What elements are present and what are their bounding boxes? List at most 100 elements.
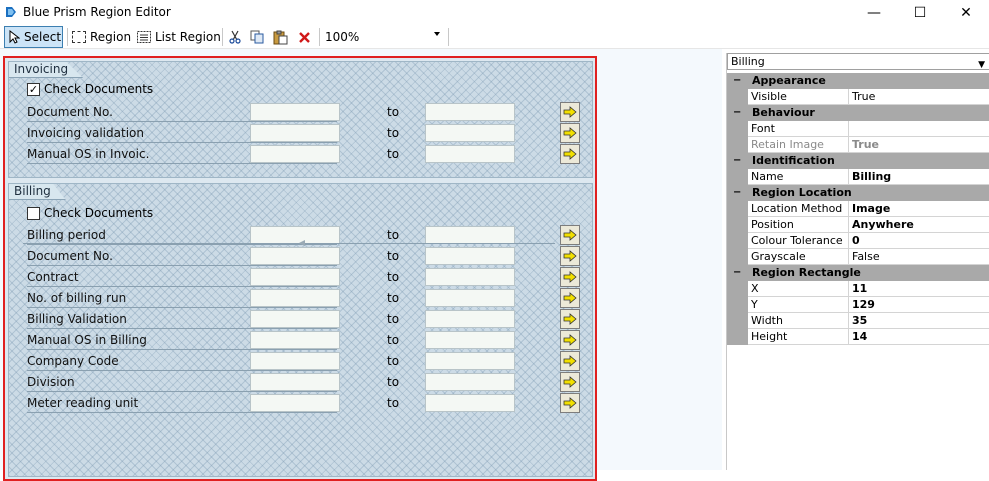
- collapse-icon[interactable]: −: [733, 185, 741, 201]
- chevron-down-icon[interactable]: [434, 32, 440, 36]
- delete-button[interactable]: [298, 26, 311, 48]
- collapse-icon[interactable]: −: [733, 105, 741, 121]
- checkbox-unchecked-icon[interactable]: [27, 206, 40, 220]
- property-row[interactable]: Font: [727, 121, 989, 137]
- multiple-selection-button[interactable]: [560, 123, 580, 143]
- property-category[interactable]: − Identification: [727, 153, 989, 169]
- property-value[interactable]: Billing: [849, 169, 989, 185]
- property-value[interactable]: 14: [849, 329, 989, 345]
- property-row[interactable]: X 11: [727, 281, 989, 297]
- multiple-selection-button[interactable]: [560, 225, 580, 245]
- checkbox-checked-icon[interactable]: ✓: [27, 82, 40, 96]
- from-input[interactable]: [250, 226, 340, 244]
- to-input[interactable]: [425, 310, 515, 328]
- window-title: Blue Prism Region Editor: [23, 5, 171, 19]
- multiple-selection-button[interactable]: [560, 372, 580, 392]
- multiple-selection-button[interactable]: [560, 309, 580, 329]
- property-category[interactable]: − Appearance: [727, 73, 989, 89]
- to-input[interactable]: [425, 247, 515, 265]
- to-input[interactable]: [425, 103, 515, 121]
- multiple-selection-button[interactable]: [560, 246, 580, 266]
- property-row[interactable]: Visible True: [727, 89, 989, 105]
- to-input[interactable]: [425, 124, 515, 142]
- property-value[interactable]: [849, 121, 989, 137]
- from-input[interactable]: [250, 268, 340, 286]
- property-row[interactable]: Height 14: [727, 329, 989, 345]
- property-category[interactable]: − Behaviour: [727, 105, 989, 121]
- cut-button[interactable]: [228, 26, 242, 48]
- multiple-selection-button[interactable]: [560, 267, 580, 287]
- property-category[interactable]: − Region Rectangle: [727, 265, 989, 281]
- chevron-down-icon[interactable]: ▼: [978, 58, 985, 73]
- collapse-icon[interactable]: −: [733, 73, 741, 89]
- billing-region[interactable]: Billing Check Documents Billing period to…: [8, 183, 593, 477]
- from-input[interactable]: [250, 373, 340, 391]
- property-value[interactable]: Image: [849, 201, 989, 217]
- arrow-right-icon: [563, 229, 577, 241]
- arrow-right-icon: [563, 292, 577, 304]
- from-input[interactable]: [250, 103, 340, 121]
- property-row[interactable]: Width 35: [727, 313, 989, 329]
- from-input[interactable]: [250, 352, 340, 370]
- to-input[interactable]: [425, 226, 515, 244]
- multiple-selection-button[interactable]: [560, 330, 580, 350]
- zoom-dropdown[interactable]: 100%: [325, 27, 445, 46]
- paste-button[interactable]: [273, 26, 288, 48]
- property-row[interactable]: Location Method Image: [727, 201, 989, 217]
- invoicing-check-documents[interactable]: ✓ Check Documents: [27, 82, 153, 96]
- collapse-icon[interactable]: −: [733, 153, 741, 169]
- property-row[interactable]: Retain Image True: [727, 137, 989, 153]
- property-value[interactable]: 129: [849, 297, 989, 313]
- multiple-selection-button[interactable]: [560, 144, 580, 164]
- property-value[interactable]: True: [849, 89, 989, 105]
- multiple-selection-button[interactable]: [560, 288, 580, 308]
- select-tool-button[interactable]: Select: [4, 26, 63, 48]
- property-value[interactable]: 35: [849, 313, 989, 329]
- property-row[interactable]: Grayscale False: [727, 249, 989, 265]
- invoicing-region[interactable]: Invoicing ✓ Check Documents Document No.…: [8, 61, 593, 178]
- property-row[interactable]: Y 129: [727, 297, 989, 313]
- from-input[interactable]: [250, 331, 340, 349]
- property-row[interactable]: Colour Tolerance 0: [727, 233, 989, 249]
- collapse-icon[interactable]: −: [733, 265, 741, 281]
- field-row: Manual OS in Billing to: [27, 330, 587, 351]
- property-row[interactable]: Position Anywhere: [727, 217, 989, 233]
- maximize-button[interactable]: ☐: [897, 0, 943, 25]
- property-value[interactable]: Anywhere: [849, 217, 989, 233]
- to-input[interactable]: [425, 373, 515, 391]
- property-row[interactable]: Name Billing: [727, 169, 989, 185]
- to-input[interactable]: [425, 394, 515, 412]
- from-input[interactable]: [250, 145, 340, 163]
- arrow-right-icon: [563, 148, 577, 160]
- property-value[interactable]: 0: [849, 233, 989, 249]
- to-input[interactable]: [425, 352, 515, 370]
- copy-button[interactable]: [250, 26, 264, 48]
- region-canvas[interactable]: Invoicing ✓ Check Documents Document No.…: [0, 49, 722, 481]
- billing-check-documents[interactable]: Check Documents: [27, 206, 153, 220]
- close-window-button[interactable]: ✕: [943, 0, 989, 25]
- to-input[interactable]: [425, 268, 515, 286]
- from-input[interactable]: [250, 310, 340, 328]
- object-selector-dropdown[interactable]: Billing ▼: [727, 53, 989, 70]
- field-row: Manual OS in Invoic. to: [27, 144, 587, 165]
- property-value[interactable]: 11: [849, 281, 989, 297]
- multiple-selection-button[interactable]: [560, 393, 580, 413]
- root-region[interactable]: Invoicing ✓ Check Documents Document No.…: [3, 56, 597, 481]
- from-input[interactable]: [250, 289, 340, 307]
- from-input[interactable]: [250, 124, 340, 142]
- from-input[interactable]: [250, 247, 340, 265]
- list-region-tool-button[interactable]: List Region: [137, 26, 221, 48]
- property-value[interactable]: False: [849, 249, 989, 265]
- minimize-button[interactable]: —: [851, 0, 897, 25]
- property-value[interactable]: True: [849, 137, 989, 153]
- multiple-selection-button[interactable]: [560, 351, 580, 371]
- multiple-selection-button[interactable]: [560, 102, 580, 122]
- to-input[interactable]: [425, 145, 515, 163]
- field-row: Contract to: [27, 267, 587, 288]
- property-category[interactable]: − Region Location: [727, 185, 989, 201]
- from-input[interactable]: [250, 394, 340, 412]
- region-tool-button[interactable]: Region: [72, 26, 131, 48]
- to-input[interactable]: [425, 289, 515, 307]
- row-underline: [27, 121, 337, 122]
- to-input[interactable]: [425, 331, 515, 349]
